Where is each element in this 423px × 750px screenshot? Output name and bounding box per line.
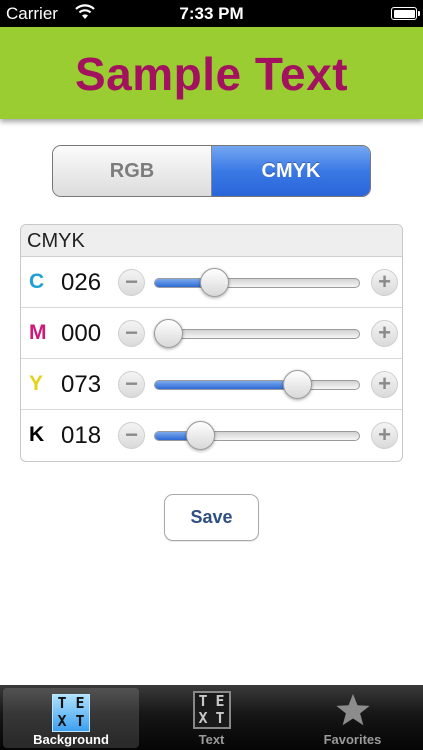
color-mode-segmented-control: RGB CMYK: [52, 145, 371, 197]
tab-bar: TE XT Background TE XT Text Favorites: [0, 685, 423, 750]
slider-thumb[interactable]: [283, 370, 313, 399]
text-box-icon: TE XT: [52, 694, 90, 732]
header-banner: Sample Text: [0, 27, 423, 119]
cmyk-table: CMYK C 026 − + M 000 − + Y 073 − + K 018…: [20, 224, 403, 462]
tab-background[interactable]: TE XT Background: [3, 688, 139, 748]
channel-value: 026: [61, 269, 102, 296]
segment-cmyk[interactable]: CMYK: [212, 146, 370, 196]
slider-track[interactable]: [154, 329, 360, 339]
channel-row-c: C 026 − +: [21, 257, 402, 308]
slider-track[interactable]: [154, 380, 360, 390]
segment-rgb[interactable]: RGB: [53, 146, 212, 196]
channel-letter: C: [29, 270, 45, 293]
increment-button[interactable]: +: [371, 320, 398, 347]
slider-thumb[interactable]: [185, 421, 215, 450]
tab-text[interactable]: TE XT Text: [141, 685, 282, 750]
increment-button[interactable]: +: [371, 371, 398, 398]
slider-thumb[interactable]: [199, 268, 229, 297]
clock-label: 7:33 PM: [179, 4, 244, 23]
channel-value: 073: [61, 371, 102, 398]
slider-track[interactable]: [154, 431, 360, 441]
slider-track[interactable]: [154, 278, 360, 288]
channel-row-m: M 000 − +: [21, 308, 402, 359]
channel-letter: Y: [29, 372, 44, 395]
cmyk-section-header: CMYK: [21, 225, 402, 257]
text-box-icon: TE XT: [192, 691, 231, 729]
increment-button[interactable]: +: [371, 422, 398, 449]
tab-favorites[interactable]: Favorites: [282, 685, 423, 750]
channel-letter: M: [29, 321, 47, 344]
slider-thumb[interactable]: [153, 319, 183, 348]
decrement-button[interactable]: −: [118, 422, 145, 449]
sample-text-title: Sample Text: [74, 48, 349, 100]
increment-button[interactable]: +: [371, 269, 398, 296]
tab-label: Favorites: [323, 732, 382, 747]
channel-row-y: Y 073 − +: [21, 359, 402, 410]
channel-value: 000: [61, 320, 102, 347]
star-icon: [335, 693, 370, 726]
tab-label: Text: [198, 732, 225, 747]
tab-label: Background: [33, 732, 109, 747]
channel-letter: K: [29, 423, 45, 446]
status-bar: Carrier 7:33 PM: [0, 0, 423, 27]
decrement-button[interactable]: −: [118, 269, 145, 296]
battery-icon: [391, 7, 420, 20]
slider-fill: [155, 381, 299, 389]
save-button[interactable]: Save: [164, 494, 259, 541]
channel-value: 018: [61, 422, 102, 449]
decrement-button[interactable]: −: [118, 371, 145, 398]
decrement-button[interactable]: −: [118, 320, 145, 347]
channel-row-k: K 018 − +: [21, 410, 402, 461]
